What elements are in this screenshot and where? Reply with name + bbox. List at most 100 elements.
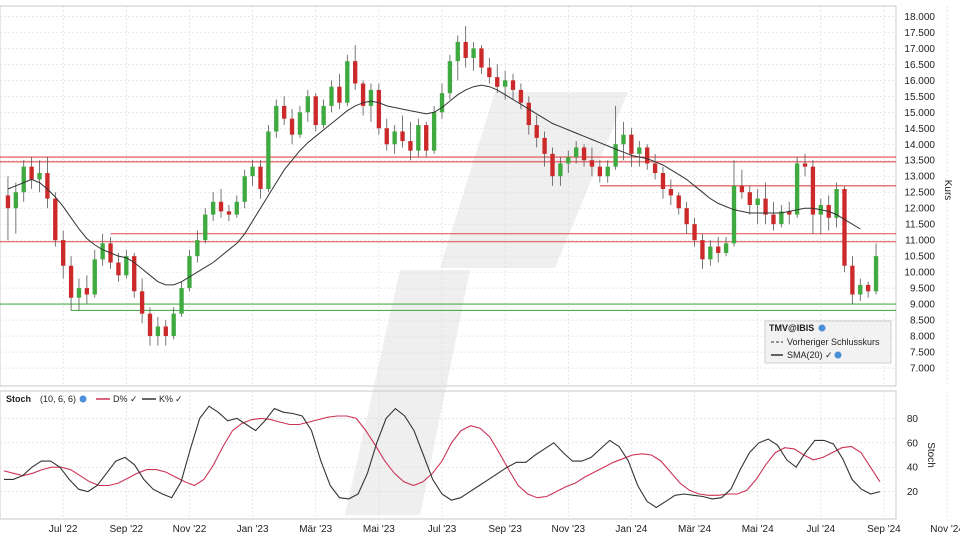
candle-body [660, 173, 666, 190]
check-icon[interactable]: ✓ [175, 394, 183, 404]
price-tick-label: 7.000 [910, 364, 935, 375]
candle-body [716, 246, 721, 253]
price-tick-label: 15.500 [904, 92, 935, 103]
candle-body [573, 147, 579, 158]
time-tick-label: Mai '24 [742, 524, 774, 535]
candle-body [61, 240, 66, 266]
time-tick-label: Jan '24 [615, 524, 647, 535]
candle-body [218, 201, 224, 212]
candle-body [5, 195, 11, 209]
price-tick-label: 12.500 [904, 188, 935, 199]
candle-body [210, 201, 216, 215]
candle-body [652, 163, 658, 174]
candle-body [321, 105, 326, 126]
candle-body [558, 163, 563, 177]
candle-body [613, 144, 618, 167]
time-tick-label: Mär '23 [299, 524, 332, 535]
info-icon[interactable] [834, 351, 842, 359]
candle-body [53, 198, 58, 241]
candle-body [731, 185, 737, 244]
candle-body [139, 291, 145, 314]
time-tick-label: Sep '23 [488, 524, 522, 535]
candle-body [329, 86, 334, 106]
price-tick-label: 11.500 [905, 220, 935, 231]
candle-body [416, 125, 421, 151]
candle-body [195, 240, 200, 257]
candle-body [455, 41, 460, 62]
candle-body [794, 163, 800, 215]
time-tick-label: Sep '22 [110, 524, 144, 535]
time-tick-label: Jul '24 [807, 524, 836, 535]
candle-body [147, 313, 153, 337]
candle-body [400, 131, 405, 142]
candle-body [13, 192, 19, 209]
price-tick-label: 13.500 [904, 156, 935, 167]
candle-body [281, 105, 287, 119]
candle-body [645, 147, 650, 164]
info-icon[interactable] [79, 395, 87, 403]
stochastic-axis-label: Stoch [925, 442, 936, 468]
candle-body [305, 96, 311, 113]
price-tick-label: 17.000 [904, 44, 935, 55]
candle-body [850, 265, 855, 295]
candle-body [463, 41, 468, 58]
legend-entry-k: K% [159, 394, 173, 404]
candle-body [353, 61, 358, 84]
price-tick-label: 10.500 [904, 252, 935, 263]
info-icon[interactable] [818, 324, 826, 332]
candle-body [747, 192, 752, 205]
candle-body [589, 160, 595, 167]
price-tick-label: 16.000 [904, 76, 935, 87]
candle-body [431, 112, 437, 151]
candle-body [755, 198, 760, 205]
time-tick-label: Nov '23 [551, 524, 585, 535]
candle-body [763, 198, 768, 215]
time-tick-label: Nov '24 [930, 524, 960, 535]
candle-body [68, 265, 74, 298]
candle-body [266, 131, 271, 190]
legend-entry-d: D% [113, 394, 128, 404]
price-tick-label: 9.500 [910, 284, 935, 295]
candle-body [495, 77, 500, 87]
candle-body [424, 125, 429, 151]
check-icon[interactable]: ✓ [130, 394, 138, 404]
candle-body [637, 147, 642, 154]
candle-body [802, 163, 808, 167]
price-tick-label: 13.000 [904, 172, 935, 183]
price-tick-label: 17.500 [904, 28, 935, 39]
candle-body [479, 48, 484, 68]
candle-body [534, 125, 539, 138]
check-icon[interactable]: ✓ [825, 350, 833, 360]
candle-body [510, 80, 516, 90]
price-tick-label: 16.500 [904, 60, 935, 71]
candle-body [621, 134, 626, 145]
candle-body [865, 284, 871, 292]
candle-body [84, 288, 90, 295]
candle-body [242, 176, 247, 202]
stochastic-tick-label: 80 [907, 414, 919, 425]
candle-body [171, 313, 176, 337]
price-axis: 7.000 7.500 8.000 8.500 9.000 9.500 10.000 10.5… [904, 12, 935, 375]
price-tick-label: 7.500 [910, 348, 935, 359]
candle-body [597, 166, 603, 177]
time-tick-label: Jul '23 [428, 524, 457, 535]
legend-entry-previous-close: Vorheriger Schlusskurs [787, 337, 880, 347]
price-tick-label: 18.000 [904, 12, 935, 23]
candle-body [234, 201, 239, 215]
price-tick-label: 12.000 [904, 204, 935, 215]
stochastic-tick-label: 60 [907, 438, 919, 449]
candle-body [203, 214, 208, 241]
candle-body [274, 105, 279, 132]
candle-body [100, 243, 105, 260]
candle-body [297, 112, 303, 135]
time-tick-label: Jul '22 [49, 524, 78, 535]
candle-body [37, 173, 42, 180]
price-tick-label: 11.000 [905, 236, 935, 247]
stochastic-tick-label: 40 [907, 463, 919, 474]
price-tick-label: 8.000 [910, 332, 935, 343]
candle-body [187, 256, 192, 289]
time-axis: Jul '22 Sep '22 Nov '22 Jan '23 Mär '23 Mai '… [49, 524, 960, 535]
candle-body [45, 173, 50, 199]
chart-figure: 7.000 7.500 8.000 8.500 9.000 9.500 10.000 10.5… [0, 0, 960, 540]
candle-body [116, 262, 121, 276]
